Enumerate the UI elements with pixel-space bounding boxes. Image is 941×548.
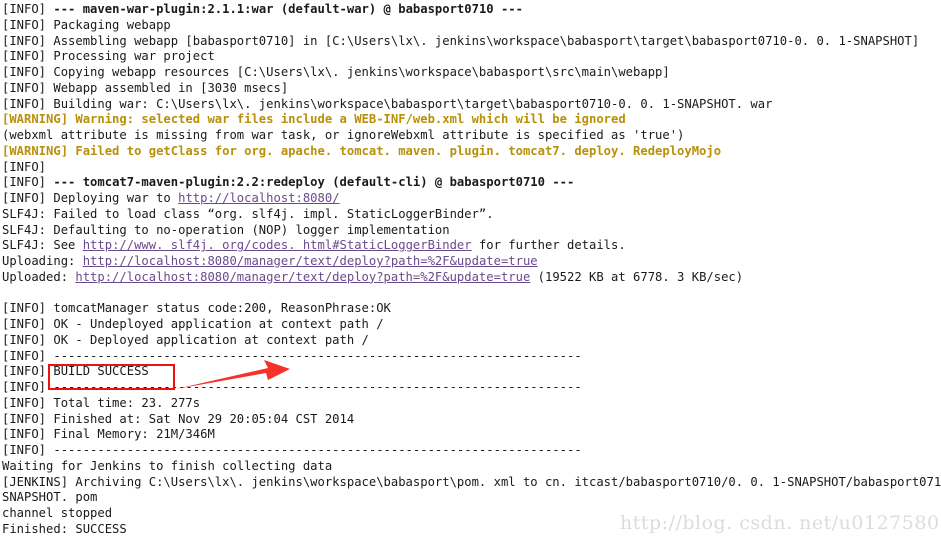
console-text: [INFO] Finished at: Sat Nov 29 20:05:04 … xyxy=(2,411,355,426)
console-line: [INFO] --- maven-war-plugin:2.1.1:war (d… xyxy=(2,2,941,18)
console-link[interactable]: http://localhost:8080/manager/text/deplo… xyxy=(75,270,530,284)
console-line: [INFO] tomcatManager status code:200, Re… xyxy=(2,301,941,317)
console-text: [INFO] Copying webapp resources [C:\User… xyxy=(2,65,670,79)
console-line: Uploading: http://localhost:8080/manager… xyxy=(2,254,941,270)
console-text: [INFO] ---------------------------------… xyxy=(2,380,582,394)
console-line: [INFO] ---------------------------------… xyxy=(2,443,941,459)
console-line: [INFO] Processing war project xyxy=(2,49,941,65)
console-text: --- tomcat7-maven-plugin:2.2:redeploy (d… xyxy=(53,175,575,190)
console-text: Uploaded: xyxy=(2,269,76,284)
console-line: [WARNING] Failed to getClass for org. ap… xyxy=(2,144,941,160)
console-line: [INFO] Total time: 23. 277s xyxy=(2,396,941,412)
console-line: [INFO] Packaging webapp xyxy=(2,18,941,34)
console-line: [INFO] OK - Undeployed application at co… xyxy=(2,317,941,333)
console-text: [INFO] Webapp assembled in [3030 msecs] xyxy=(2,80,289,95)
console-line: [INFO] Copying webapp resources [C:\User… xyxy=(2,65,941,81)
console-line: [INFO] OK - Deployed application at cont… xyxy=(2,333,941,349)
console-text: channel stopped xyxy=(2,506,113,520)
console-text: [INFO] xyxy=(2,2,54,16)
console-text: [INFO] Deploying war to xyxy=(2,191,179,205)
console-line: SLF4J: Failed to load class “org. slf4j.… xyxy=(2,207,941,223)
console-link[interactable]: http://localhost:8080/ xyxy=(178,191,339,205)
console-line: SNAPSHOT. pom xyxy=(2,490,941,506)
console-text: [WARNING] Warning: selected war files in… xyxy=(2,112,626,127)
console-line: [INFO] BUILD SUCCESS xyxy=(2,364,941,380)
console-text: SLF4J: Failed to load class “org. slf4j.… xyxy=(2,206,494,221)
console-text: for further details. xyxy=(471,238,626,253)
console-line: [INFO] ---------------------------------… xyxy=(2,349,941,365)
console-text: [INFO] xyxy=(2,175,54,190)
console-line: SLF4J: See http://www. slf4j. org/codes.… xyxy=(2,238,941,254)
console-output-log: [INFO] --- maven-war-plugin:2.1.1:war (d… xyxy=(0,0,941,538)
console-link[interactable]: http://localhost:8080/manager/text/deplo… xyxy=(83,254,538,268)
console-line: [INFO] --- tomcat7-maven-plugin:2.2:rede… xyxy=(2,175,941,191)
console-text: Waiting for Jenkins to finish collecting… xyxy=(2,458,333,473)
console-text: [INFO] OK - Deployed application at cont… xyxy=(2,332,369,347)
console-text: (19522 KB at 6778. 3 KB/sec) xyxy=(530,269,744,284)
console-line: Waiting for Jenkins to finish collecting… xyxy=(2,459,941,475)
console-text: [INFO] Building war: C:\Users\lx\. jenki… xyxy=(2,96,773,111)
console-line: [INFO] Deploying war to http://localhost… xyxy=(2,191,941,207)
console-line: [INFO] Webapp assembled in [3030 msecs] xyxy=(2,81,941,97)
console-text: [INFO] BUILD SUCCESS xyxy=(2,364,149,379)
console-text: [INFO] Assembling webapp [babasport0710]… xyxy=(2,33,920,48)
console-line: [INFO] Assembling webapp [babasport0710]… xyxy=(2,34,941,50)
console-text: [INFO] xyxy=(2,159,47,174)
console-text: [INFO] Final Memory: 21M/346M xyxy=(2,427,215,442)
console-text: [INFO] Processing war project xyxy=(2,49,215,64)
console-text: [WARNING] Failed to getClass for org. ap… xyxy=(2,143,722,158)
watermark-url: http://blog. csdn. net/u012758088 xyxy=(620,512,941,534)
console-text: SLF4J: See xyxy=(2,238,83,253)
console-text: SNAPSHOT. pom xyxy=(2,490,98,505)
console-line: [JENKINS] Archiving C:\Users\lx\. jenkin… xyxy=(2,475,941,491)
console-line: [INFO] ---------------------------------… xyxy=(2,380,941,396)
console-link[interactable]: http://www. slf4j. org/codes. html#Stati… xyxy=(83,238,472,252)
console-line: [WARNING] Warning: selected war files in… xyxy=(2,112,941,128)
console-line: [INFO] Building war: C:\Users\lx\. jenki… xyxy=(2,97,941,113)
console-text: Finished: SUCCESS xyxy=(2,521,127,536)
console-text: [INFO] ---------------------------------… xyxy=(2,443,582,457)
console-line: Uploaded: http://localhost:8080/manager/… xyxy=(2,270,941,286)
console-line: (webxml attribute is missing from war ta… xyxy=(2,128,941,144)
console-text: Uploading: xyxy=(2,254,83,268)
console-text: [INFO] Packaging webapp xyxy=(2,17,171,32)
console-text: (webxml attribute is missing from war ta… xyxy=(2,128,685,142)
console-text: [INFO] OK - Undeployed application at co… xyxy=(2,317,384,331)
console-text: SLF4J: Defaulting to no-operation (NOP) … xyxy=(2,222,450,237)
console-text: [INFO] Total time: 23. 277s xyxy=(2,395,201,410)
console-text: [JENKINS] Archiving C:\Users\lx\. jenkin… xyxy=(2,474,941,489)
console-text: [INFO] tomcatManager status code:200, Re… xyxy=(2,301,391,316)
console-line: [INFO] xyxy=(2,160,941,176)
console-text: [INFO] ---------------------------------… xyxy=(2,348,582,363)
console-text: --- maven-war-plugin:2.1.1:war (default-… xyxy=(53,2,523,16)
console-line: SLF4J: Defaulting to no-operation (NOP) … xyxy=(2,223,941,239)
console-line: [INFO] Final Memory: 21M/346M xyxy=(2,427,941,443)
console-line: [INFO] Finished at: Sat Nov 29 20:05:04 … xyxy=(2,412,941,428)
